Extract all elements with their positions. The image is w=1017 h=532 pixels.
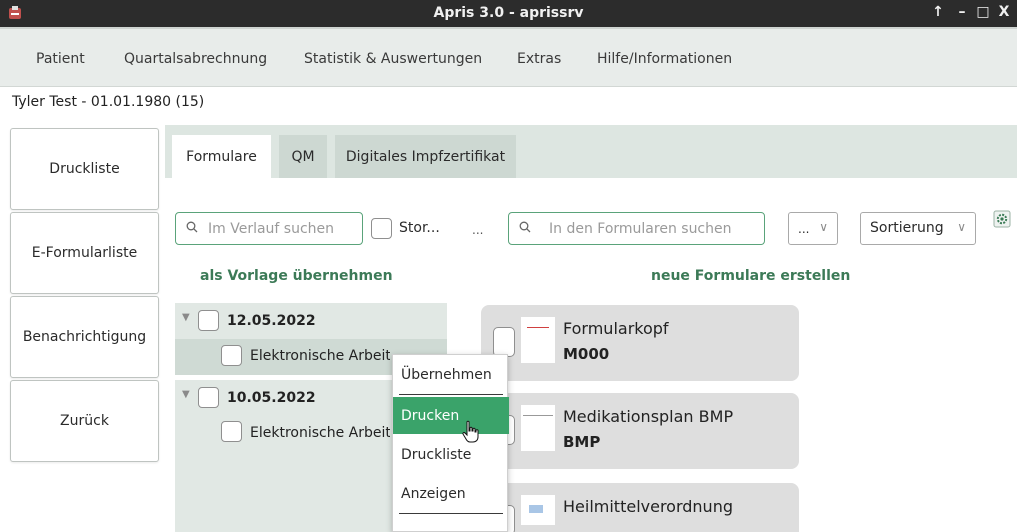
- tab-formulare[interactable]: Formulare: [172, 135, 271, 178]
- search-icon: [186, 221, 198, 233]
- ctx-separator: [399, 394, 503, 395]
- e-formularliste-button[interactable]: E-Formularliste: [10, 212, 159, 294]
- form-card[interactable]: Heilmittelverordnung: [481, 483, 799, 532]
- minimize-button[interactable]: –: [954, 4, 970, 20]
- form-card-code: M000: [563, 345, 610, 363]
- form-thumbnail: [521, 317, 555, 363]
- ctx-anzeigen[interactable]: Anzeigen: [393, 475, 509, 512]
- chevron-down-icon: ∨: [819, 220, 828, 234]
- history-search-input[interactable]: [208, 218, 358, 240]
- menu-patient[interactable]: Patient: [36, 51, 85, 67]
- menu-bar: Patient Quartalsabrechnung Statistik & A…: [0, 27, 1017, 87]
- hand-cursor-icon: [462, 420, 479, 443]
- history-entry-label: Elektronische Arbeitsunfähig: [250, 425, 390, 441]
- search-icon: [519, 221, 531, 233]
- history-date: 10.05.2022: [227, 390, 316, 406]
- ctx-druckliste[interactable]: Druckliste: [393, 436, 509, 473]
- maximize-button[interactable]: □: [975, 4, 991, 20]
- neue-formulare-heading: neue Formulare erstellen: [651, 268, 851, 284]
- form-card-code: BMP: [563, 433, 601, 451]
- more-options-ellipsis[interactable]: ...: [472, 223, 483, 237]
- tab-impfzertifikat-label: Digitales Impfzertifikat: [345, 148, 506, 165]
- menu-statistik[interactable]: Statistik & Auswertungen: [304, 51, 482, 67]
- form-card[interactable]: Formularkopf M000: [481, 305, 799, 381]
- ctx-separator: [399, 513, 503, 514]
- e-formularliste-label: E-Formularliste: [31, 245, 138, 261]
- form-thumbnail: [521, 405, 555, 451]
- history-entry-checkbox[interactable]: [221, 421, 242, 442]
- menu-hilfe[interactable]: Hilfe/Informationen: [597, 51, 732, 67]
- tab-digitales-impfzertifikat[interactable]: Digitales Impfzertifikat: [335, 135, 516, 178]
- menu-extras[interactable]: Extras: [517, 51, 561, 67]
- expand-triangle-icon[interactable]: ▼: [182, 312, 190, 323]
- form-card-checkbox[interactable]: [493, 327, 515, 357]
- forms-search-box[interactable]: [508, 212, 765, 245]
- patient-info: Tyler Test - 01.01.1980 (15): [12, 94, 205, 110]
- close-button[interactable]: X: [996, 4, 1012, 20]
- zurueck-label: Zurück: [60, 413, 109, 429]
- history-group-checkbox[interactable]: [198, 387, 219, 408]
- benachrichtigung-button[interactable]: Benachrichtigung: [10, 296, 159, 378]
- druckliste-button[interactable]: Druckliste: [10, 128, 159, 210]
- forms-search-input[interactable]: [549, 218, 764, 240]
- context-menu: Übernehmen Drucken Druckliste Anzeigen: [392, 354, 509, 532]
- menu-quartalsabrechnung[interactable]: Quartalsabrechnung: [124, 51, 267, 67]
- tab-formulare-label: Formulare: [186, 148, 257, 165]
- history-group-checkbox[interactable]: [198, 310, 219, 331]
- history-search-box[interactable]: [175, 212, 363, 245]
- title-bar: Apris 3.0 - aprissrv ↑ – □ X: [0, 0, 1017, 27]
- history-entry-label: Elektronische Arbeitsunfähig: [250, 348, 390, 364]
- benachrichtigung-label: Benachrichtigung: [22, 329, 147, 345]
- form-card-name: Heilmittelverordnung: [563, 497, 733, 516]
- history-entry-checkbox[interactable]: [221, 345, 242, 366]
- restore-up-button[interactable]: ↑: [930, 4, 946, 20]
- druckliste-label: Druckliste: [49, 161, 120, 177]
- form-card-name: Medikationsplan BMP: [563, 407, 734, 426]
- window-title: Apris 3.0 - aprissrv: [433, 5, 584, 21]
- sort-dropdown[interactable]: Sortierung ∨: [860, 212, 976, 245]
- storno-label: Stor...: [399, 220, 440, 236]
- chevron-down-icon: ∨: [957, 220, 966, 234]
- ctx-uebernehmen[interactable]: Übernehmen: [393, 356, 509, 393]
- form-card-name: Formularkopf: [563, 319, 669, 338]
- form-card[interactable]: Medikationsplan BMP BMP: [481, 393, 799, 469]
- form-thumbnail: [521, 495, 555, 525]
- tab-qm[interactable]: QM: [279, 135, 327, 178]
- tab-qm-label: QM: [291, 148, 315, 165]
- filter-dropdown-value: ...: [798, 222, 810, 236]
- vorlage-heading: als Vorlage übernehmen: [200, 268, 393, 284]
- settings-icon[interactable]: [993, 210, 1011, 228]
- sort-dropdown-value: Sortierung: [870, 220, 944, 236]
- storno-checkbox[interactable]: [371, 218, 392, 239]
- zurueck-button[interactable]: Zurück: [10, 380, 159, 462]
- filter-dropdown[interactable]: ... ∨: [788, 212, 838, 245]
- expand-triangle-icon[interactable]: ▼: [182, 389, 190, 400]
- history-date: 12.05.2022: [227, 313, 316, 329]
- ctx-drucken[interactable]: Drucken: [393, 397, 509, 434]
